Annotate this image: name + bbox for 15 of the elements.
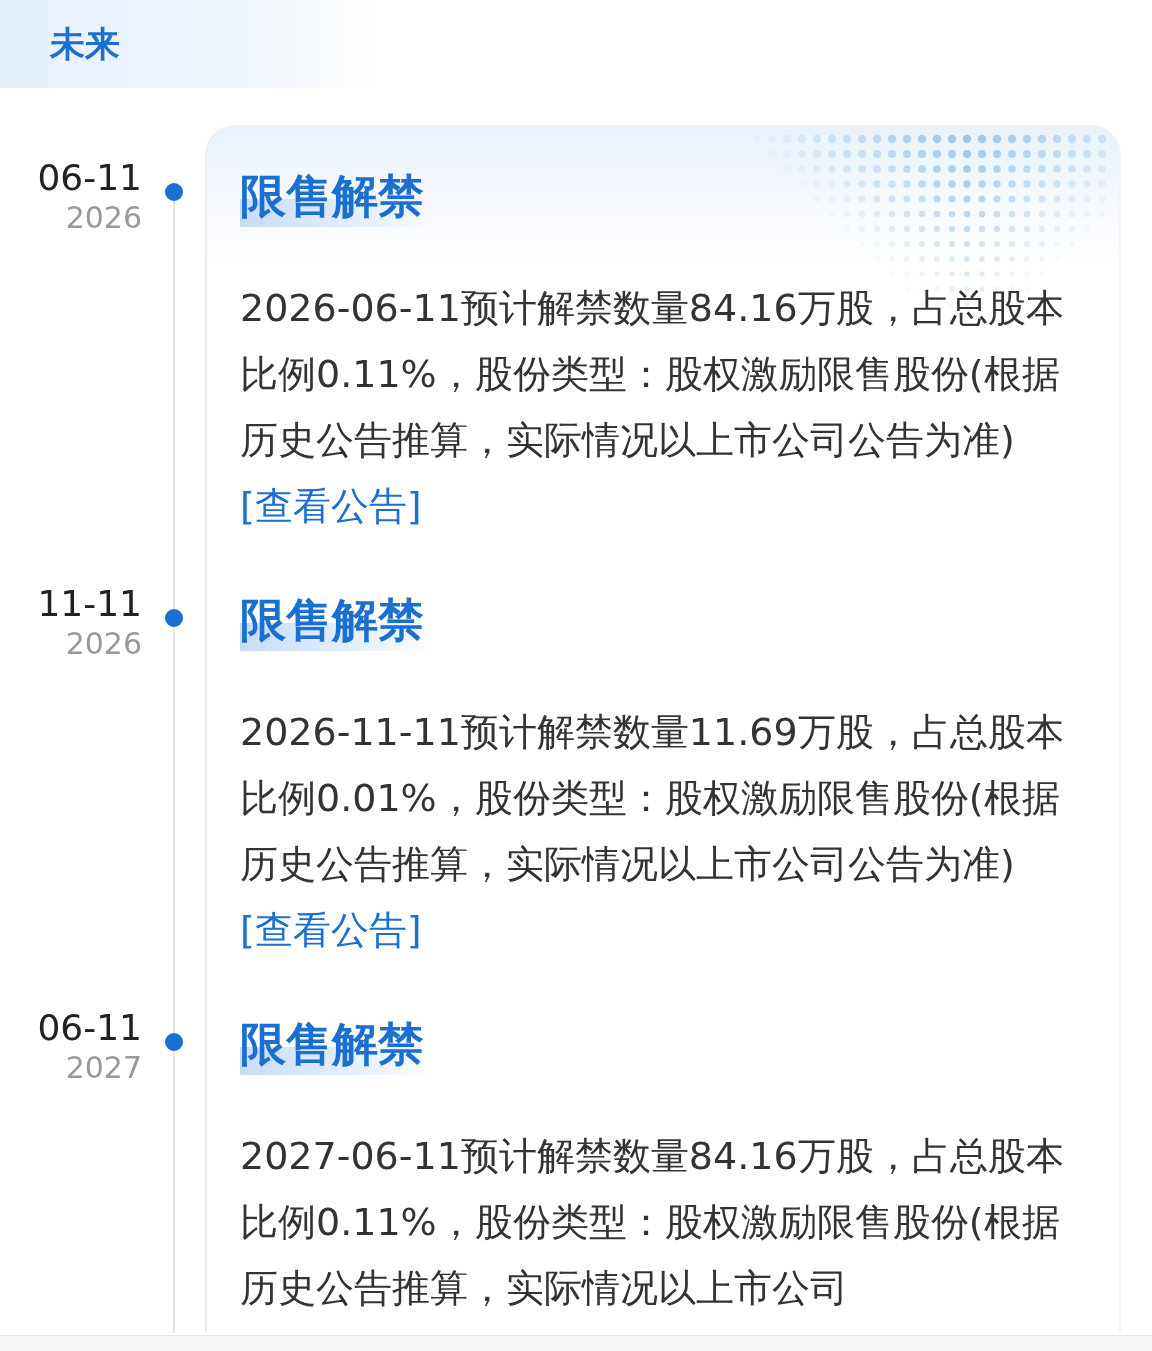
event-year: 2026 bbox=[64, 626, 142, 662]
event-date: 06-11 bbox=[36, 160, 142, 196]
event-description: 2026-06-11预计解禁数量84.16万股，占总股本比例0.11%，股份类型：股权激励限售股份(根据历史公告推算，实际情况以上市公司公告为准) [查看公告] bbox=[240, 285, 1065, 530]
announcement-link[interactable]: [查看公告] bbox=[240, 484, 422, 528]
event-description: 2026-11-11预计解禁数量11.69万股，占总股本比例0.01%，股份类型：股权激励限售股份(根据历史公告推算，实际情况以上市公司公告为准) [查看公告] bbox=[240, 709, 1065, 954]
timeline-dot bbox=[164, 183, 183, 201]
event-date: 06-11 bbox=[36, 1010, 142, 1046]
timeline-dot bbox=[164, 1033, 183, 1051]
section-title: 未来 bbox=[50, 22, 120, 66]
timeline-dot bbox=[164, 609, 183, 627]
event-description: 2027-06-11预计解禁数量84.16万股，占总股本比例0.11%，股份类型：股权激励限售股份(根据历史公告推算，实际情况以上市公司 bbox=[240, 1133, 1065, 1312]
announcement-link[interactable]: [查看公告] bbox=[240, 908, 422, 952]
event-date: 11-11 bbox=[36, 586, 142, 622]
event-year: 2027 bbox=[64, 1050, 142, 1086]
event-year: 2026 bbox=[64, 200, 142, 236]
